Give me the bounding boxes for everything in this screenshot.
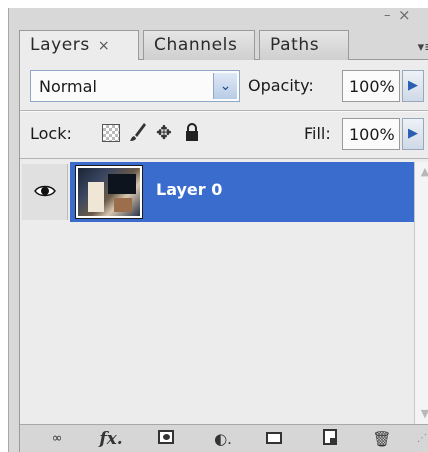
layers-bottom-toolbar: ∞ fx. ◐. 🗑 ⋰	[20, 424, 428, 452]
lock-image-brush-icon[interactable]	[128, 122, 148, 144]
opacity-slider-arrow-icon[interactable]: ▶	[402, 70, 424, 102]
lock-all-padlock-icon[interactable]	[182, 122, 202, 144]
lock-fill-row: Lock: ✥ Fill: 100% ▶	[30, 118, 425, 150]
layer-selection[interactable]: Layer 0	[70, 162, 414, 222]
lock-transparent-icon[interactable]	[102, 124, 120, 142]
layer-style-fx-icon[interactable]: fx.	[94, 429, 128, 449]
minimize-button[interactable]: –	[384, 8, 391, 23]
tab-channels-label: Channels	[154, 35, 238, 55]
panel-tabs: Layers × Channels Paths ▾≡	[19, 30, 428, 61]
lock-position-move-icon[interactable]: ✥	[154, 122, 174, 144]
opacity-label: Opacity:	[248, 76, 314, 95]
tab-layers[interactable]: Layers ×	[19, 30, 139, 61]
tab-paths-label: Paths	[270, 35, 320, 55]
window-controls: – ×	[380, 6, 420, 26]
chevron-down-icon[interactable]: ⌄	[213, 73, 237, 99]
resize-grip-icon[interactable]: ⋰	[414, 429, 428, 449]
close-button[interactable]: ×	[398, 6, 411, 24]
blend-opacity-row: Normal ⌄ Opacity: 100% ▶	[30, 70, 425, 102]
thumbnail-figure	[88, 182, 104, 212]
thumbnail-brown-area	[114, 198, 132, 212]
new-layer-icon[interactable]	[320, 429, 340, 449]
opacity-input[interactable]: 100%	[342, 70, 400, 102]
add-mask-icon[interactable]	[156, 429, 176, 449]
divider-highlight	[20, 111, 428, 112]
adjustment-layer-icon[interactable]: ◐.	[208, 429, 238, 449]
layer-thumbnail	[75, 165, 143, 219]
scroll-up-icon[interactable]: ▲	[415, 162, 428, 182]
delete-layer-trash-icon[interactable]: 🗑	[372, 429, 392, 449]
tab-channels[interactable]: Channels	[143, 30, 255, 60]
scroll-down-icon[interactable]: ▼	[415, 404, 428, 424]
thumbnail-dark-area	[108, 174, 136, 194]
divider	[20, 158, 428, 159]
layer-name[interactable]: Layer 0	[156, 180, 222, 199]
lock-label: Lock:	[30, 124, 72, 143]
tab-layers-label: Layers	[30, 35, 90, 55]
tab-layers-close-icon[interactable]: ×	[98, 38, 110, 54]
layer-row[interactable]: Layer 0	[20, 162, 414, 222]
fill-slider-arrow-icon[interactable]: ▶	[402, 118, 424, 150]
panel-menu-icon[interactable]: ▾≡	[418, 40, 428, 55]
tab-paths[interactable]: Paths	[259, 30, 349, 60]
blend-mode-value: Normal	[39, 77, 97, 96]
eye-icon	[34, 185, 56, 197]
link-layers-icon[interactable]: ∞	[42, 429, 72, 449]
layers-panel: – × Layers × Channels Paths ▾≡ Normal ⌄ …	[8, 6, 428, 452]
fill-label: Fill:	[304, 124, 331, 143]
new-group-folder-icon[interactable]	[264, 429, 284, 449]
layers-list: Layer 0	[20, 162, 414, 424]
layers-scrollbar[interactable]: ▲ ▼	[414, 162, 428, 424]
fill-input[interactable]: 100%	[342, 118, 400, 150]
blend-mode-select[interactable]: Normal ⌄	[30, 70, 240, 102]
visibility-toggle[interactable]	[22, 164, 68, 220]
layers-panel-body: Normal ⌄ Opacity: 100% ▶ Lock: ✥ Fill: 1…	[19, 60, 428, 452]
